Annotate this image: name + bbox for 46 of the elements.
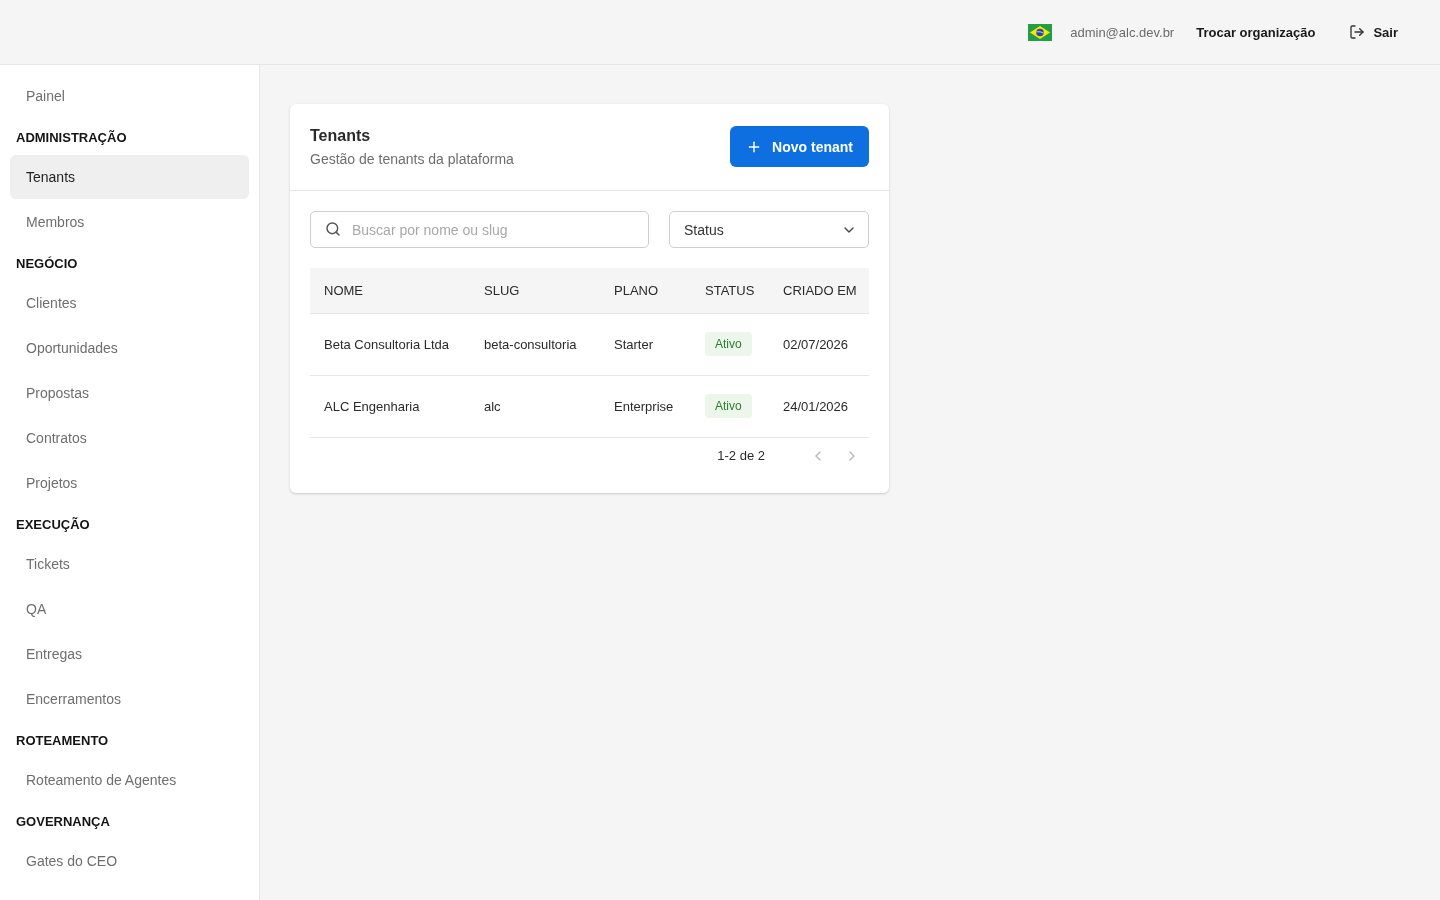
table-cell: Beta Consultoria Ltda bbox=[324, 336, 450, 352]
sidebar-item[interactable]: Membros bbox=[10, 200, 249, 244]
column-header: PLANO bbox=[600, 268, 691, 313]
table-cell: Starter bbox=[614, 336, 653, 352]
sidebar-item[interactable]: Tickets bbox=[10, 542, 249, 586]
sidebar-item[interactable]: Roteamento de Agentes bbox=[10, 758, 249, 802]
status-badge: Ativo bbox=[705, 394, 752, 418]
column-header: CRIADO EM bbox=[769, 268, 869, 313]
sidebar-item[interactable]: Projetos bbox=[10, 461, 249, 505]
column-header: STATUS bbox=[691, 268, 769, 313]
flag-icon bbox=[1028, 23, 1053, 41]
card-subtitle: Gestão de tenants da plataforma bbox=[310, 150, 514, 169]
nav-group-title: ROTEAMENTO bbox=[15, 731, 109, 750]
user-email: admin@alc.dev.br bbox=[1070, 24, 1175, 40]
nav-group-title: NEGÓCIO bbox=[15, 254, 78, 273]
table-cell: Enterprise bbox=[614, 398, 674, 414]
table-cell: 02/07/2026 bbox=[783, 336, 849, 352]
new-tenant-button[interactable]: Novo tenant bbox=[730, 126, 869, 167]
sidebar-item[interactable]: Tenants bbox=[10, 155, 249, 199]
sidebar-item[interactable]: Painel bbox=[10, 74, 249, 118]
logout-icon bbox=[1349, 24, 1366, 40]
sidebar-item[interactable]: Propostas bbox=[10, 371, 249, 415]
nav-group-title: GOVERNANÇA bbox=[15, 812, 110, 831]
search-field[interactable]: Buscar por nome ou slug bbox=[310, 211, 649, 248]
table-cell: ALC Engenharia bbox=[324, 398, 420, 414]
sidebar-item[interactable]: Contratos bbox=[10, 416, 249, 460]
sidebar-item[interactable]: Clientes bbox=[10, 281, 249, 325]
table-cell: alc bbox=[484, 398, 501, 414]
card-title: Tenants bbox=[310, 126, 372, 146]
status-badge: Ativo bbox=[705, 332, 752, 356]
switch-organization-link[interactable]: Trocar organização bbox=[1196, 24, 1316, 40]
sidebar-item[interactable]: Entregas bbox=[10, 632, 249, 676]
column-header: NOME bbox=[310, 268, 470, 313]
table-cell: 24/01/2026 bbox=[783, 398, 849, 414]
sidebar-item[interactable]: Gates do CEO bbox=[10, 839, 249, 883]
column-header: SLUG bbox=[470, 268, 600, 313]
nav-group-title: ADMINISTRAÇÃO bbox=[15, 128, 127, 147]
sidebar-item[interactable]: QA bbox=[10, 587, 249, 631]
status-select[interactable]: Status bbox=[669, 211, 869, 248]
pagination-range: 1-2 de 2 bbox=[717, 448, 765, 463]
logout-button[interactable]: Sair bbox=[1349, 24, 1398, 40]
search-icon bbox=[325, 221, 341, 237]
table-cell: beta-consultoria bbox=[484, 336, 577, 352]
sidebar-item[interactable]: Oportunidades bbox=[10, 326, 249, 370]
nav-group-title: EXECUÇÃO bbox=[15, 515, 90, 534]
sidebar-item[interactable]: Encerramentos bbox=[10, 677, 249, 721]
